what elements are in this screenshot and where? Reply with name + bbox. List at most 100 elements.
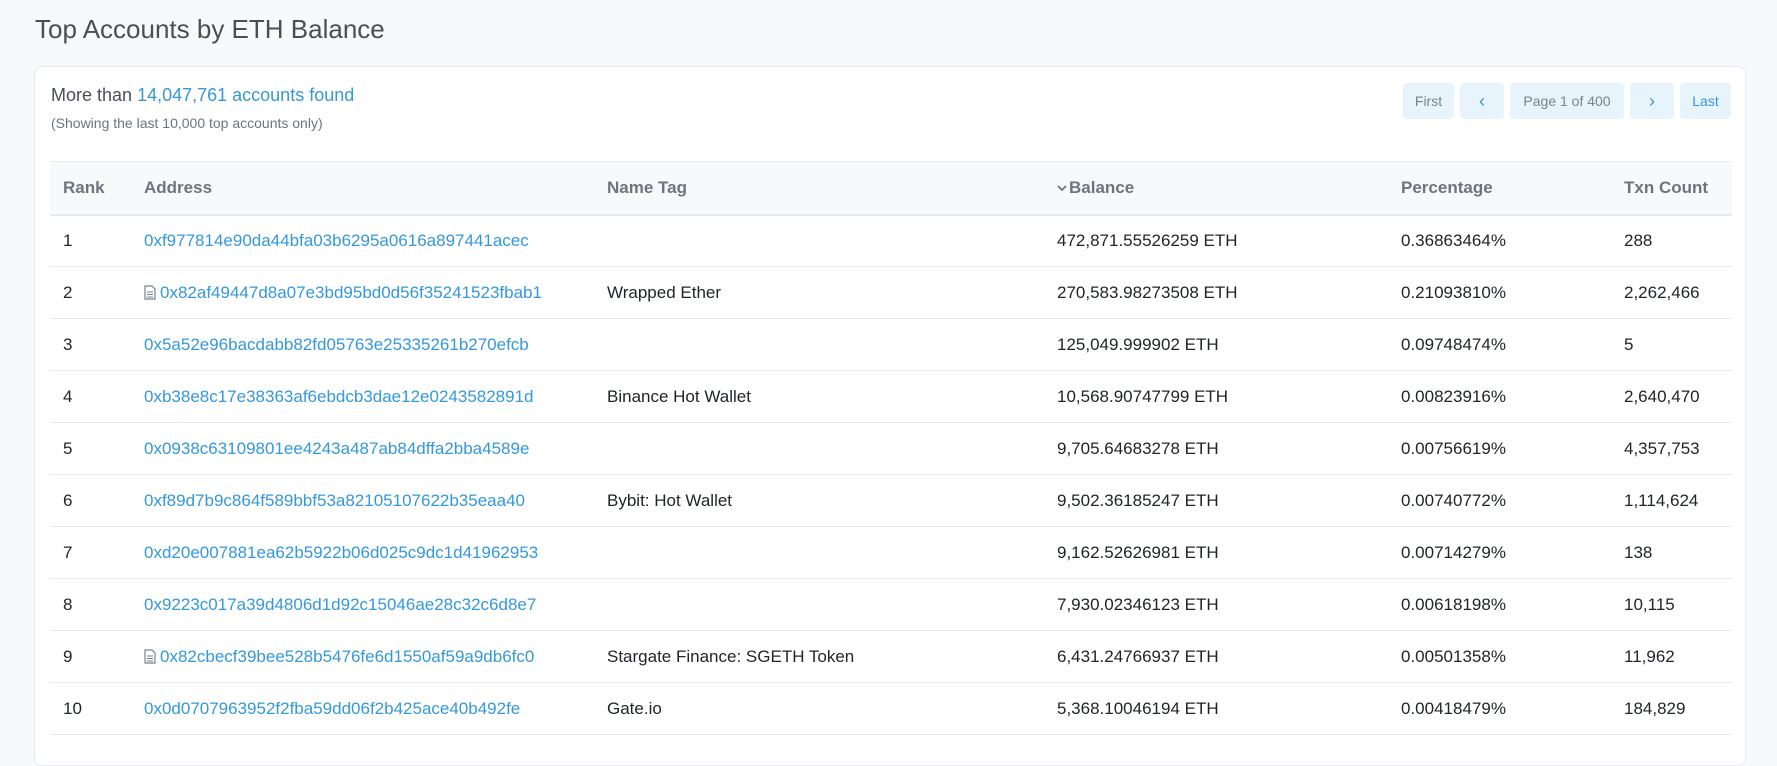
- address-link[interactable]: 0x82cbecf39bee528b5476fe6d1550af59a9db6f…: [160, 647, 534, 666]
- cell-balance: 10,568.90747799 ETH: [1057, 386, 1229, 406]
- cell-txn-count: 2,640,470: [1624, 386, 1700, 406]
- cell-rank: 4: [63, 386, 73, 406]
- address-link[interactable]: 0x0938c63109801ee4243a487ab84dffa2bba458…: [144, 439, 529, 458]
- table-row: 3 0x5a52e96bacdabb82fd05763e25335261b270e…: [50, 319, 1732, 371]
- cell-address: 0xb38e8c17e38363af6ebdcb3dae12e024358289…: [131, 371, 594, 423]
- page-title: Top Accounts by ETH Balance: [35, 14, 385, 44]
- table-header-row: Rank Address Name Tag Balance Percentage…: [50, 161, 1732, 215]
- address-link[interactable]: 0xf977814e90da44bfa03b6295a0616a897441ac…: [144, 231, 529, 250]
- accounts-found-link[interactable]: 14,047,761 accounts found: [137, 85, 354, 105]
- chevron-left-icon: ‹: [1479, 90, 1485, 111]
- summary-note: (Showing the last 10,000 top accounts on…: [51, 115, 323, 131]
- cell-txn-count: 10,115: [1624, 594, 1675, 614]
- cell-rank: 3: [63, 334, 73, 354]
- cell-txn-count: 184,829: [1624, 698, 1686, 718]
- prev-page-button[interactable]: ‹: [1460, 83, 1504, 119]
- next-page-button[interactable]: ›: [1630, 83, 1674, 119]
- cell-balance: 9,162.52626981 ETH: [1057, 542, 1219, 562]
- summary-prefix: More than: [51, 85, 133, 105]
- cell-txn-count: 2,262,466: [1624, 282, 1700, 302]
- contract-doc-icon: [144, 648, 156, 664]
- cell-rank: 6: [63, 490, 73, 510]
- table-row: 2 0x82af49447d8a07e3bd95bd0d56f35241523fb…: [50, 267, 1732, 319]
- header-txn-count: Txn Count: [1624, 177, 1709, 197]
- cell-rank: 9: [63, 646, 73, 666]
- cell-balance: 9,705.64683278 ETH: [1057, 438, 1219, 458]
- cell-address: 0x0d0707963952f2fba59dd06f2b425ace40b492…: [131, 683, 594, 735]
- cell-rank: 7: [63, 542, 73, 562]
- cell-balance: 5,368.10046194 ETH: [1057, 698, 1219, 718]
- chevron-right-icon: ›: [1649, 90, 1655, 111]
- address-link[interactable]: 0xf89d7b9c864f589bbf53a82105107622b35eaa…: [144, 491, 525, 510]
- cell-balance: 472,871.55526259 ETH: [1057, 230, 1238, 250]
- page-info: Page 1 of 400: [1510, 83, 1624, 119]
- cell-address: 0x82af49447d8a07e3bd95bd0d56f35241523fba…: [131, 267, 594, 319]
- address-link[interactable]: 0x5a52e96bacdabb82fd05763e25335261b270ef…: [144, 335, 529, 354]
- cell-address: 0x5a52e96bacdabb82fd05763e25335261b270ef…: [131, 319, 594, 371]
- header-balance[interactable]: Balance: [1044, 162, 1388, 215]
- header-address: Address: [144, 177, 213, 197]
- contract-doc-icon: [144, 284, 156, 300]
- address-link[interactable]: 0x82af49447d8a07e3bd95bd0d56f35241523fba…: [160, 283, 542, 302]
- cell-name-tag: Wrapped Ether: [607, 282, 722, 302]
- cell-percentage: 0.36863464%: [1401, 230, 1506, 250]
- cell-address: 0x0938c63109801ee4243a487ab84dffa2bba458…: [131, 423, 594, 475]
- cell-balance: 7,930.02346123 ETH: [1057, 594, 1219, 614]
- cell-percentage: 0.00418479%: [1401, 698, 1506, 718]
- cell-txn-count: 288: [1624, 230, 1653, 250]
- cell-balance: 270,583.98273508 ETH: [1057, 282, 1238, 302]
- cell-percentage: 0.00618198%: [1401, 594, 1506, 614]
- accounts-table: Rank Address Name Tag Balance Percentage…: [50, 161, 1732, 735]
- cell-name-tag: [594, 423, 1044, 475]
- pagination: First ‹ Page 1 of 400 › Last: [1403, 83, 1731, 119]
- table-row: 1 0xf977814e90da44bfa03b6295a0616a897441a…: [50, 215, 1732, 267]
- accounts-summary: More than 14,047,761 accounts found: [51, 85, 354, 106]
- cell-name-tag: Stargate Finance: SGETH Token: [607, 646, 855, 666]
- cell-txn-count: 11,962: [1624, 646, 1675, 666]
- cell-percentage: 0.00501358%: [1401, 646, 1506, 666]
- table-row: 6 0xf89d7b9c864f589bbf53a82105107622b35ea…: [50, 475, 1732, 527]
- header-rank: Rank: [63, 177, 105, 197]
- address-link[interactable]: 0x9223c017a39d4806d1d92c15046ae28c32c6d8…: [144, 595, 536, 614]
- cell-txn-count: 138: [1624, 542, 1653, 562]
- table-row: 7 0xd20e007881ea62b5922b06d025c9dc1d41962…: [50, 527, 1732, 579]
- cell-percentage: 0.21093810%: [1401, 282, 1506, 302]
- table-row: 4 0xb38e8c17e38363af6ebdcb3dae12e02435828…: [50, 371, 1732, 423]
- table-row: 5 0x0938c63109801ee4243a487ab84dffa2bba45…: [50, 423, 1732, 475]
- cell-address: 0x9223c017a39d4806d1d92c15046ae28c32c6d8…: [131, 579, 594, 631]
- cell-balance: 6,431.24766937 ETH: [1057, 646, 1219, 666]
- table-row: 9 0x82cbecf39bee528b5476fe6d1550af59a9db6…: [50, 631, 1732, 683]
- cell-balance: 125,049.999902 ETH: [1057, 334, 1219, 354]
- cell-percentage: 0.00714279%: [1401, 542, 1506, 562]
- cell-name-tag: [594, 527, 1044, 579]
- cell-name-tag: [594, 215, 1044, 267]
- cell-rank: 10: [63, 698, 82, 718]
- cell-address: 0xd20e007881ea62b5922b06d025c9dc1d419629…: [131, 527, 594, 579]
- cell-rank: 5: [63, 438, 73, 458]
- cell-rank: 1: [63, 230, 73, 250]
- cell-txn-count: 5: [1624, 334, 1634, 354]
- cell-name-tag: Binance Hot Wallet: [607, 386, 751, 406]
- cell-txn-count: 4,357,753: [1624, 438, 1700, 458]
- cell-percentage: 0.00823916%: [1401, 386, 1506, 406]
- cell-name-tag: [594, 579, 1044, 631]
- address-link[interactable]: 0x0d0707963952f2fba59dd06f2b425ace40b492…: [144, 699, 520, 718]
- header-balance-label: Balance: [1069, 177, 1135, 197]
- cell-percentage: 0.00740772%: [1401, 490, 1506, 510]
- cell-percentage: 0.09748474%: [1401, 334, 1506, 354]
- table-row: 8 0x9223c017a39d4806d1d92c15046ae28c32c6d…: [50, 579, 1732, 631]
- cell-rank: 8: [63, 594, 73, 614]
- address-link[interactable]: 0xd20e007881ea62b5922b06d025c9dc1d419629…: [144, 543, 538, 562]
- address-link[interactable]: 0xb38e8c17e38363af6ebdcb3dae12e024358289…: [144, 387, 534, 406]
- cell-txn-count: 1,114,624: [1624, 490, 1699, 510]
- accounts-card: More than 14,047,761 accounts found (Sho…: [34, 66, 1746, 766]
- cell-rank: 2: [63, 282, 73, 302]
- cell-address: 0xf89d7b9c864f589bbf53a82105107622b35eaa…: [131, 475, 594, 527]
- chevron-down-icon: [1057, 185, 1067, 192]
- last-page-button[interactable]: Last: [1680, 83, 1731, 119]
- cell-address: 0xf977814e90da44bfa03b6295a0616a897441ac…: [131, 215, 594, 267]
- cell-name-tag: Gate.io: [607, 698, 662, 718]
- cell-name-tag: [594, 319, 1044, 371]
- first-page-button[interactable]: First: [1403, 83, 1454, 119]
- header-percentage: Percentage: [1401, 177, 1493, 197]
